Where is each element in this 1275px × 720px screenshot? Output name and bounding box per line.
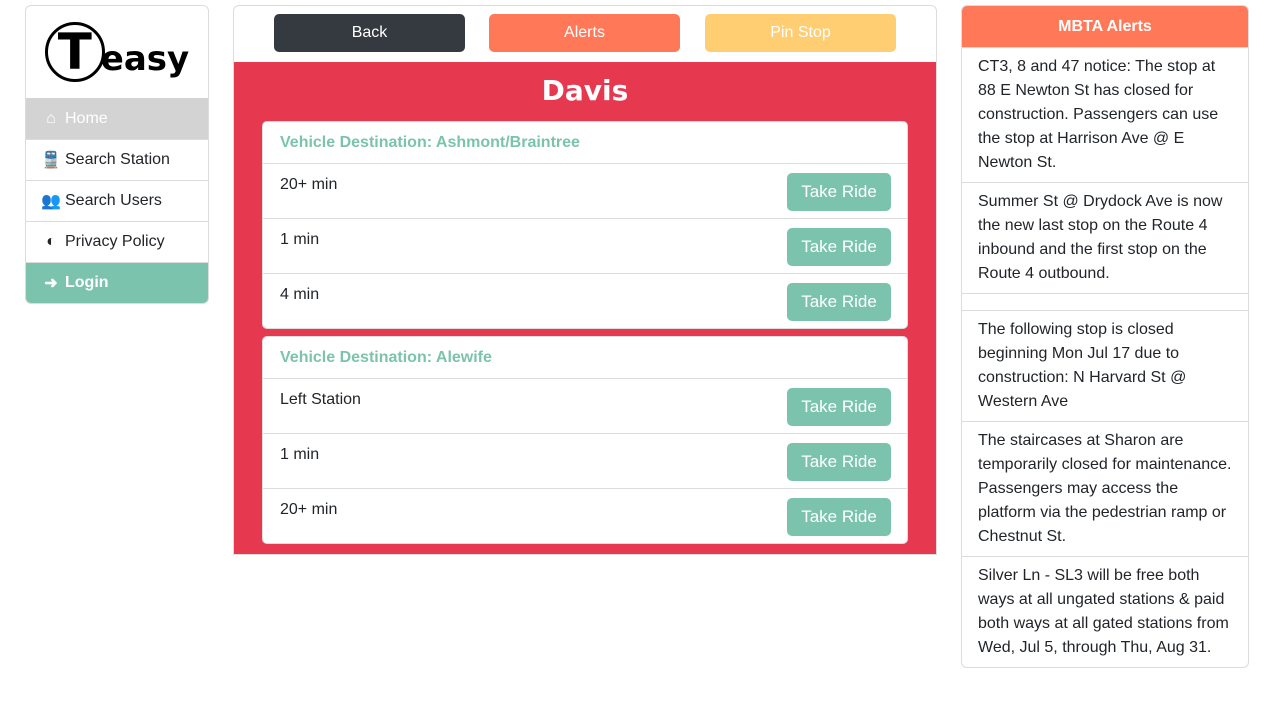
- list-item: 1 min Take Ride: [263, 218, 907, 273]
- users-icon: 👥: [41, 193, 61, 210]
- sidebar-item-login[interactable]: ➜ Login: [26, 262, 208, 303]
- alert-item: The following stop is closed beginning M…: [962, 310, 1248, 421]
- take-ride-button[interactable]: Take Ride: [787, 443, 891, 481]
- logo-text: easy: [100, 39, 190, 79]
- arrival-time: 4 min: [280, 286, 320, 303]
- list-item: 4 min Take Ride: [263, 273, 907, 328]
- arrival-time: 20+ min: [280, 176, 338, 193]
- sign-in-icon: ➜: [44, 275, 58, 292]
- take-ride-button[interactable]: Take Ride: [787, 173, 891, 211]
- list-item: 20+ min Take Ride: [263, 488, 907, 543]
- list-item: 1 min Take Ride: [263, 433, 907, 488]
- teasy-logo[interactable]: Teasy: [26, 6, 208, 98]
- destination-card: Vehicle Destination: Ashmont/Braintree 2…: [262, 121, 908, 329]
- alerts-panel: MBTA Alerts CT3, 8 and 47 notice: The st…: [961, 5, 1249, 668]
- take-ride-button[interactable]: Take Ride: [787, 228, 891, 266]
- list-item: Left Station Take Ride: [263, 378, 907, 433]
- sidebar-item-search-station[interactable]: 🚆 Search Station: [26, 139, 208, 180]
- arrival-time: 1 min: [280, 446, 320, 463]
- alert-item: CT3, 8 and 47 notice: The stop at 88 E N…: [962, 47, 1248, 182]
- alert-item-empty: [962, 293, 1248, 310]
- alert-item: Silver Ln - SL3 will be free both ways a…: [962, 556, 1248, 667]
- sidebar-item-label: Home: [65, 109, 108, 127]
- alerts-title: MBTA Alerts: [962, 6, 1248, 47]
- home-icon: ⌂: [46, 109, 56, 127]
- sidebar-item-home[interactable]: ⌂ Home: [26, 98, 208, 139]
- alerts-button[interactable]: Alerts: [489, 14, 680, 52]
- sidebar-item-search-users[interactable]: 👥 Search Users: [26, 180, 208, 221]
- toolbar: Back Alerts Pin Stop: [234, 6, 936, 62]
- alert-item: Summer St @ Drydock Ave is now the new l…: [962, 182, 1248, 293]
- station-panel: Back Alerts Pin Stop Davis Vehicle Desti…: [233, 5, 937, 555]
- alert-item: The staircases at Sharon are temporarily…: [962, 421, 1248, 556]
- take-ride-button[interactable]: Take Ride: [787, 498, 891, 536]
- sidebar-item-privacy-policy[interactable]: ◐ Privacy Policy: [26, 221, 208, 262]
- arrival-time: 20+ min: [280, 501, 338, 518]
- destination-header: Vehicle Destination: Ashmont/Braintree: [280, 133, 580, 151]
- take-ride-button[interactable]: Take Ride: [787, 388, 891, 426]
- logo-t-circle: T: [44, 22, 105, 82]
- arrival-time: 1 min: [280, 231, 320, 248]
- train-icon: 🚆: [41, 152, 61, 169]
- sidebar: Teasy ⌂ Home 🚆 Search Station 👥 Search User…: [25, 5, 209, 304]
- sidebar-item-label: Search Users: [65, 192, 162, 209]
- pin-stop-button[interactable]: Pin Stop: [705, 14, 896, 52]
- list-item: 20+ min Take Ride: [263, 163, 907, 218]
- take-ride-button[interactable]: Take Ride: [787, 283, 891, 321]
- destination-card: Vehicle Destination: Alewife Left Statio…: [262, 336, 908, 544]
- station-title: Davis: [541, 74, 629, 107]
- sidebar-item-label: Search Station: [65, 151, 170, 168]
- destination-header: Vehicle Destination: Alewife: [280, 348, 492, 366]
- station-area: Davis Vehicle Destination: Ashmont/Brain…: [234, 62, 936, 554]
- shield-icon: ◐: [46, 233, 56, 250]
- sidebar-item-label: Login: [65, 274, 109, 291]
- back-button[interactable]: Back: [274, 14, 465, 52]
- sidebar-item-label: Privacy Policy: [65, 233, 165, 250]
- arrival-time: Left Station: [280, 391, 361, 408]
